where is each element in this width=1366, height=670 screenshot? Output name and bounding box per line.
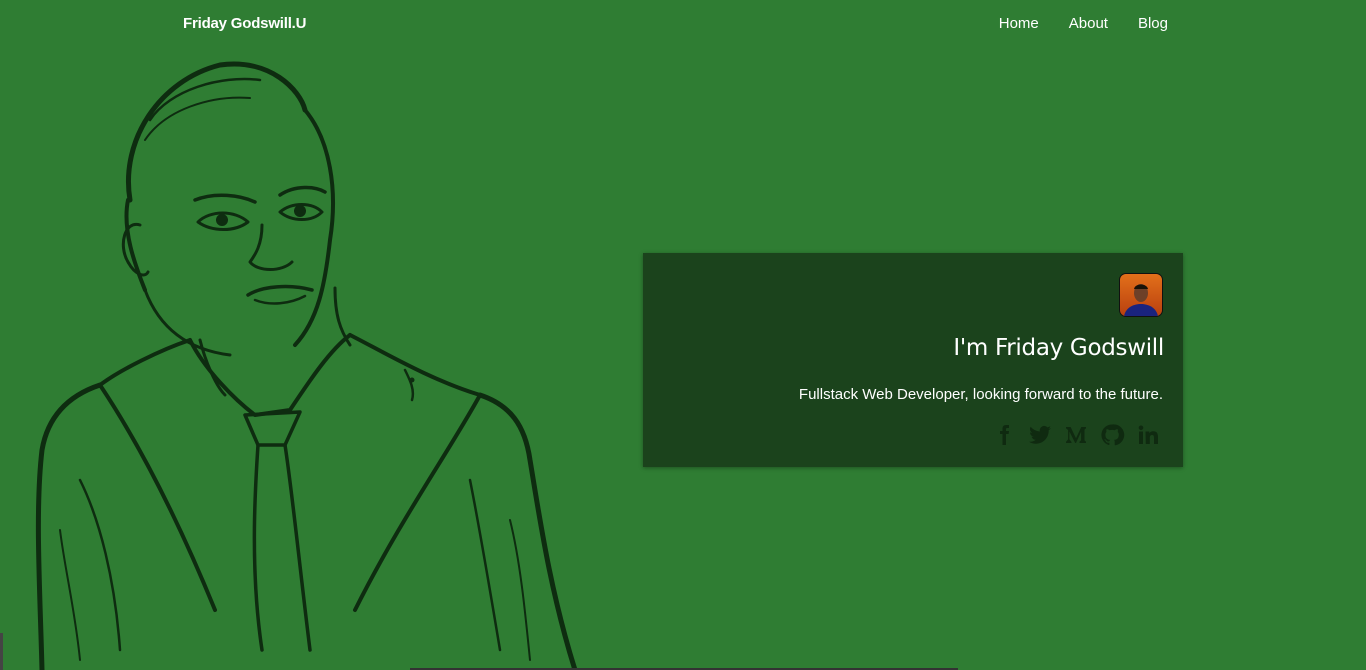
page: Friday Godswill.U Home About Blog I'm Fr… xyxy=(0,0,1366,670)
github-icon[interactable] xyxy=(1099,423,1125,447)
linkedin-icon[interactable] xyxy=(1135,423,1161,447)
edge-mark xyxy=(0,633,3,670)
card-subtitle: Fullstack Web Developer, looking forward… xyxy=(798,386,1163,403)
navbar: Friday Godswill.U Home About Blog xyxy=(0,0,1366,50)
card-title: I'm Friday Godswill xyxy=(953,335,1164,361)
twitter-icon[interactable] xyxy=(1027,423,1053,447)
facebook-icon[interactable] xyxy=(991,423,1017,447)
nav-link-home[interactable]: Home xyxy=(999,15,1039,32)
nav-link-about[interactable]: About xyxy=(1069,15,1108,32)
social-links xyxy=(991,423,1161,447)
nav-links: Home About Blog xyxy=(999,15,1168,32)
nav-link-blog[interactable]: Blog xyxy=(1138,15,1168,32)
medium-icon[interactable] xyxy=(1063,423,1089,447)
brand-link[interactable]: Friday Godswill.U xyxy=(183,15,306,32)
portrait-illustration xyxy=(35,61,578,670)
avatar xyxy=(1119,273,1163,317)
intro-card: I'm Friday Godswill Fullstack Web Develo… xyxy=(643,253,1183,467)
